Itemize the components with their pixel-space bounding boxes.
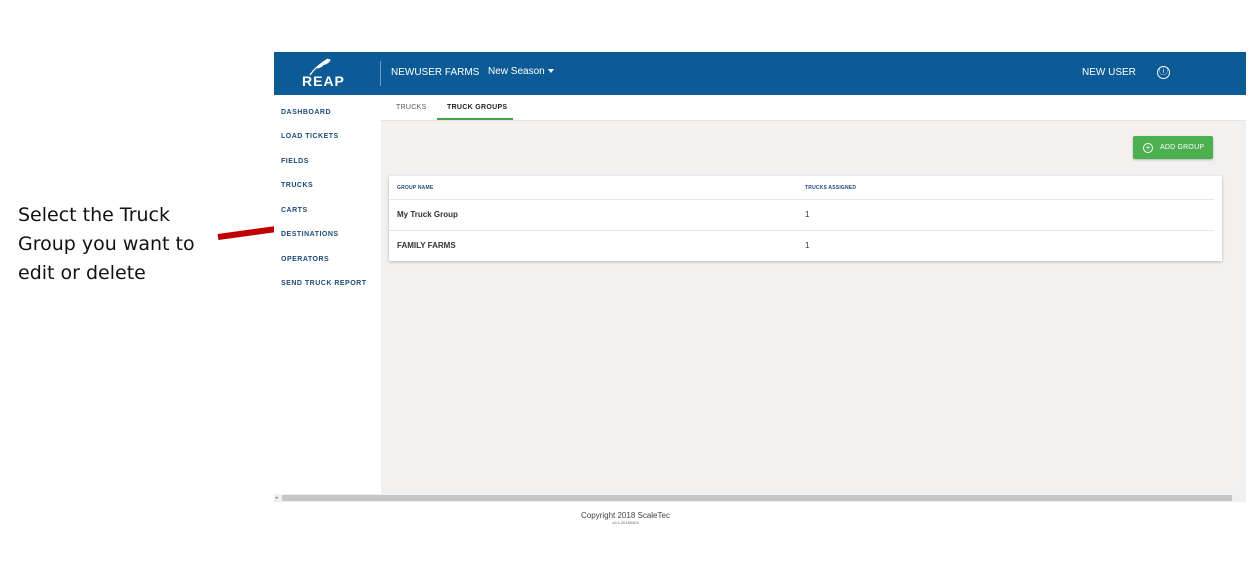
active-tab-indicator (437, 118, 513, 120)
chevron-down-icon (547, 69, 554, 74)
sidebar-item-send-truck-report[interactable]: SEND TRUCK REPORT (281, 280, 367, 287)
table-row[interactable]: FAMILY FARMS 1 (389, 230, 1214, 261)
sidebar-item-carts[interactable]: CARTS (281, 207, 308, 214)
top-navbar: REAP NEWUSER FARMS New Season NEW USER ⓘ (274, 52, 1246, 95)
column-header-group-name[interactable]: GROUP NAME (397, 185, 433, 191)
main-content: TRUCKS TRUCK GROUPS + ADD GROUP GROUP NA… (381, 95, 1246, 495)
sidebar-item-dashboard[interactable]: DASHBOARD (281, 109, 331, 116)
sidebar-item-operators[interactable]: OPERATORS (281, 256, 329, 263)
sidebar-item-fields[interactable]: FIELDS (281, 158, 309, 165)
season-label: New Season (488, 66, 545, 77)
table-row[interactable]: My Truck Group 1 (389, 199, 1214, 230)
reap-logo[interactable]: REAP (296, 56, 348, 90)
group-name-cell: My Truck Group (397, 210, 458, 219)
info-icon[interactable]: ⓘ (1157, 66, 1170, 79)
annotation-line-3: edit or delete (18, 262, 146, 284)
tab-bar: TRUCKS TRUCK GROUPS (381, 95, 1246, 121)
logo-text: REAP (302, 73, 345, 89)
tab-truck-groups[interactable]: TRUCK GROUPS (447, 104, 507, 111)
app-window: REAP NEWUSER FARMS New Season NEW USER ⓘ… (274, 52, 1246, 504)
version-text: v0.1.20180403 (612, 520, 639, 525)
column-header-trucks-assigned[interactable]: TRUCKS ASSIGNED (805, 185, 856, 191)
add-group-label: ADD GROUP (1160, 144, 1205, 151)
season-dropdown[interactable]: New Season (488, 66, 554, 77)
group-name-cell: FAMILY FARMS (397, 241, 456, 250)
sidebar-item-load-tickets[interactable]: LOAD TICKETS (281, 133, 339, 140)
sidebar: DASHBOARD LOAD TICKETS FIELDS TRUCKS CAR… (274, 95, 381, 495)
sidebar-item-destinations[interactable]: DESTINATIONS (281, 231, 339, 238)
add-group-button[interactable]: + ADD GROUP (1133, 136, 1213, 159)
annotation-line-2: Group you want to (18, 233, 195, 255)
add-circle-icon: + (1143, 143, 1153, 153)
trucks-assigned-cell: 1 (805, 241, 810, 250)
scroll-left-arrow-icon[interactable]: ◂ (275, 495, 278, 501)
sidebar-item-trucks[interactable]: TRUCKS (281, 182, 313, 189)
horizontal-scrollbar[interactable]: ◂ (274, 494, 1246, 502)
farm-name[interactable]: NEWUSER FARMS (391, 67, 479, 78)
topbar-divider (380, 61, 381, 86)
copyright-text: Copyright 2018 ScaleTec (581, 511, 670, 520)
scrollbar-thumb[interactable] (282, 495, 1232, 501)
truck-groups-table: GROUP NAME TRUCKS ASSIGNED My Truck Grou… (389, 176, 1222, 261)
annotation-callout: Select the Truck Group you want to edit … (18, 201, 218, 288)
tab-trucks[interactable]: TRUCKS (396, 104, 427, 111)
user-name[interactable]: NEW USER (1082, 67, 1136, 78)
trucks-assigned-cell: 1 (805, 210, 810, 219)
annotation-line-1: Select the Truck (18, 204, 170, 226)
